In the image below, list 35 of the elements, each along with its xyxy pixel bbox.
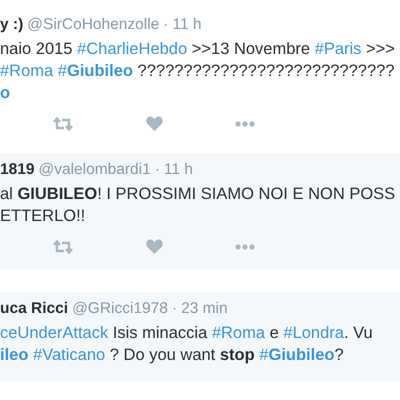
hashtag-link[interactable]: ceUnderAttack — [0, 324, 108, 342]
separator-dot: · — [163, 15, 168, 35]
hashtag-link[interactable]: #Roma — [0, 62, 58, 80]
heart-icon[interactable] — [146, 239, 163, 254]
user-handle[interactable]: @SirCoHohenzolle — [27, 15, 160, 35]
hashtag-link[interactable]: #Roma — [212, 324, 266, 342]
user-name[interactable]: uca Ricci — [0, 299, 68, 319]
tweet-text: #Roma #Giubileo ???????????????????????????? — [0, 61, 396, 82]
tweet-time[interactable]: 11 h — [172, 15, 202, 35]
hashtag-link[interactable]: #Paris — [314, 40, 362, 58]
heart-icon[interactable] — [146, 116, 163, 131]
tweet-text: ceUnderAttack Isis minaccia #Roma e #Londra. Vu — [0, 323, 374, 344]
hashtag-link[interactable]: #Londra — [283, 324, 344, 342]
hashtag-link[interactable]: o — [0, 84, 10, 102]
retweet-icon[interactable] — [52, 240, 74, 254]
user-handle[interactable]: @valelombardi1 — [38, 160, 151, 180]
user-name[interactable]: 1819 — [0, 160, 34, 180]
separator-dot: · — [154, 160, 160, 180]
hashtag-link[interactable]: #Giubileo — [259, 346, 334, 364]
user-handle[interactable]: @GRicci1978 — [72, 299, 168, 319]
tweet-text: al GIUBILEO! I PROSSIMI SIAMO NOI E NON POSS — [0, 184, 396, 205]
hashtag-link[interactable]: #Vaticano — [33, 346, 106, 364]
tweet-text: ETTERLO!! — [0, 206, 86, 227]
tweet-time[interactable]: 11 h — [164, 160, 193, 180]
tweet-text: ileo #Vaticano ? Do you want stop #Giubileo? — [0, 345, 345, 366]
separator-dot: · — [172, 299, 178, 319]
more-icon[interactable] — [235, 244, 255, 250]
retweet-icon[interactable] — [52, 116, 74, 130]
tweet-time[interactable]: 23 min — [181, 299, 228, 319]
tweet-text: naio 2015 #CharlieHebdo >>13 Novembre #Paris >>> — [0, 39, 396, 60]
hashtag-link[interactable]: #CharlieHebdo — [77, 40, 188, 58]
hashtag-link[interactable]: #Giubileo — [58, 62, 133, 80]
user-name[interactable]: y :) — [0, 15, 24, 35]
hashtag-link[interactable]: ileo — [0, 346, 34, 364]
more-icon[interactable] — [235, 120, 255, 126]
